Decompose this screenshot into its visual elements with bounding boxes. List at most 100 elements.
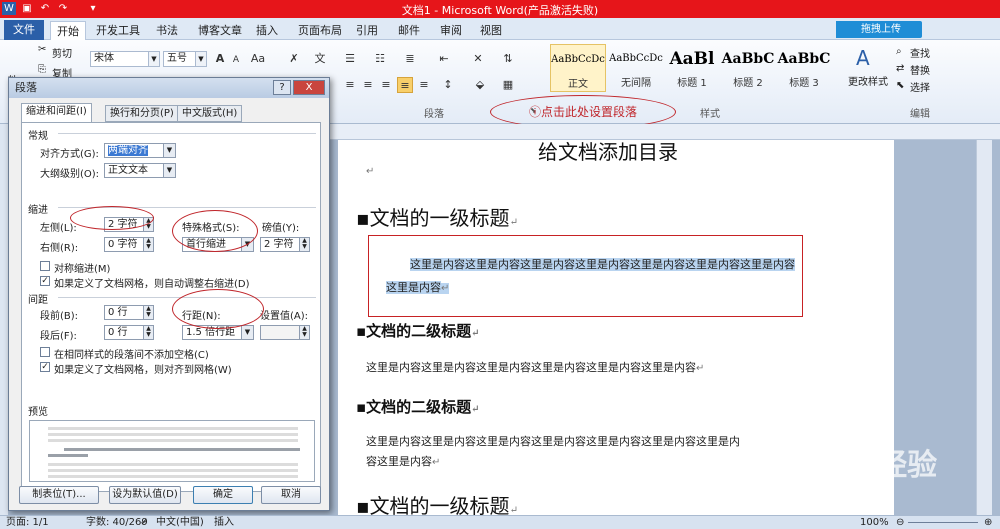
tab-blog-post[interactable]: 博客文章 [192, 21, 248, 40]
spin-icon[interactable]: ▲ ▼ [143, 326, 153, 339]
zoom-in-icon[interactable]: ⊕ [984, 516, 992, 529]
spin-icon[interactable]: ▲ ▼ [299, 326, 309, 339]
right-indent-input[interactable]: 0 字符 ▲ ▼ [104, 237, 154, 252]
no-space-checkbox[interactable] [40, 347, 50, 357]
shrink-font-icon[interactable]: A [228, 52, 244, 68]
cut-icon[interactable]: ✂ [38, 44, 46, 55]
cut-button[interactable]: 剪切 [52, 45, 72, 60]
style-heading-1[interactable]: AaBl 标题 1 [664, 44, 720, 92]
selected-paragraph[interactable]: 这里是内容这里是内容这里是内容这里是内容这里是内容这里是内容这里是内容 这里是内… [386, 253, 801, 300]
outline-level-select[interactable]: 正文文本 ▼ [104, 163, 176, 178]
distributed-icon[interactable]: ≡ [416, 77, 432, 93]
tab-calligraphy[interactable]: 书法 [150, 21, 184, 40]
tab-line-page-breaks[interactable]: 换行和分页(P) [105, 105, 179, 122]
justify-icon[interactable]: ≡ [397, 77, 413, 93]
chevron-down-icon[interactable]: ▼ [195, 52, 206, 66]
set-default-button[interactable]: 设为默认值(D) [109, 486, 181, 504]
change-case-icon[interactable]: Aa [250, 51, 266, 67]
align-center-icon[interactable]: ≡ [360, 77, 376, 93]
copy-icon[interactable]: ⎘ [38, 64, 46, 75]
tab-page-layout[interactable]: 页面布局 [292, 21, 348, 40]
align-left-icon[interactable]: ≡ [342, 77, 358, 93]
space-before-input[interactable]: 0 行 ▲ ▼ [104, 305, 154, 320]
snap-grid-checkbox[interactable]: ✓ [40, 362, 50, 372]
tab-indent-spacing[interactable]: 缩进和间距(I) [21, 103, 92, 123]
sort-icon[interactable]: ⇅ [500, 51, 516, 67]
tabs-button[interactable]: 制表位(T)... [19, 486, 99, 504]
font-name-combo[interactable]: 宋体 ▼ [90, 51, 160, 67]
spin-icon[interactable]: ▲ ▼ [299, 238, 309, 251]
tab-home[interactable]: 开始 [50, 21, 86, 40]
ok-button[interactable]: 确定 [193, 486, 253, 504]
decrease-indent-icon[interactable]: ⇤ [436, 51, 452, 67]
close-button[interactable]: X [293, 80, 325, 95]
multilevel-list-icon[interactable]: ≣ [402, 51, 418, 67]
zoom-slider[interactable] [908, 522, 978, 523]
find-icon[interactable]: ⌕ [896, 46, 902, 57]
style-heading-3[interactable]: AaBbC 标题 3 [776, 44, 832, 92]
style-normal[interactable]: AaBbCcDc 正文 [550, 44, 606, 92]
status-page[interactable]: 页面: 1/1 [6, 516, 49, 529]
phonetic-guide-icon[interactable]: 文 [312, 51, 328, 67]
tab-developer[interactable]: 开发工具 [90, 21, 146, 40]
spin-icon[interactable]: ▲ ▼ [143, 306, 153, 319]
vertical-scrollbar[interactable] [976, 140, 992, 515]
at-input[interactable]: ▲ ▼ [260, 325, 310, 340]
tab-mailings[interactable]: 邮件 [392, 21, 426, 40]
alignment-select[interactable]: 两端对齐 ▼ [104, 143, 176, 158]
clear-format-icon[interactable]: ✗ [286, 51, 302, 67]
replace-button[interactable]: 替换 [910, 62, 930, 77]
indent-by-input[interactable]: 2 字符 ▲ ▼ [260, 237, 310, 252]
select-button[interactable]: 选择 [910, 79, 930, 94]
style-no-spacing[interactable]: AaBbCcDc 无间隔 [608, 44, 664, 92]
alignment-value: 两端对齐 [108, 145, 148, 156]
spin-icon[interactable]: ▲ ▼ [143, 238, 153, 251]
heading2-first: ▪文档的二级标题↵ [356, 322, 480, 340]
cancel-button[interactable]: 取消 [261, 486, 321, 504]
align-right-icon[interactable]: ≡ [378, 77, 394, 93]
space-after-input[interactable]: 0 行 ▲ ▼ [104, 325, 154, 340]
chevron-down-icon[interactable]: ▼ [163, 144, 175, 157]
chevron-down-icon[interactable]: ▼ [163, 164, 175, 177]
borders-icon[interactable]: ▦ [500, 77, 516, 93]
bullets-icon[interactable]: ☰ [342, 51, 358, 67]
line-spacing-icon[interactable]: ↕ [440, 77, 456, 93]
horizontal-ruler[interactable] [330, 124, 1000, 140]
status-words[interactable]: 字数: 40/269 [86, 516, 148, 529]
tab-references[interactable]: 引用 [350, 21, 384, 40]
status-zoom[interactable]: 100% [860, 516, 889, 529]
no-space-label: 在相同样式的段落间不添加空格(C) [54, 350, 209, 361]
chevron-down-icon[interactable]: ▼ [241, 326, 253, 339]
dialog-title-bar[interactable]: 段落 ? X [9, 78, 329, 98]
status-language[interactable]: 中文(中国) [156, 516, 204, 529]
font-size-combo[interactable]: 五号 ▼ [163, 51, 207, 67]
zoom-out-icon[interactable]: ⊖ [896, 516, 904, 529]
chinese-layout-icon[interactable]: ✕ [470, 51, 486, 67]
select-icon[interactable]: ⬉ [896, 80, 904, 91]
preview-label: 预览 [28, 407, 48, 418]
change-styles-button[interactable]: 更改样式 [848, 73, 888, 88]
grow-font-icon[interactable]: A [212, 51, 228, 67]
style-preview: AaBbC [721, 51, 775, 67]
status-mode[interactable]: 插入 [214, 516, 234, 529]
help-button[interactable]: ? [273, 80, 291, 95]
tab-view[interactable]: 视图 [474, 21, 508, 40]
chevron-down-icon[interactable]: ▼ [148, 52, 159, 66]
paragraph-a[interactable]: 这里是内容这里是内容这里是内容这里是内容这里是内容这里是内容↵ [366, 358, 866, 379]
tab-insert[interactable]: 插入 [250, 21, 284, 40]
shading-icon[interactable]: ⬙ [472, 77, 488, 93]
font-size-value: 五号 [167, 53, 187, 64]
numbering-icon[interactable]: ☷ [372, 51, 388, 67]
tab-asian-typography[interactable]: 中文版式(H) [177, 105, 243, 122]
spelling-icon[interactable]: ✓ [140, 516, 148, 529]
mirror-indent-checkbox[interactable] [40, 261, 50, 271]
baidu-watermark-logo: Bai du 经验 [760, 448, 938, 483]
style-heading-2[interactable]: AaBbC 标题 2 [720, 44, 776, 92]
replace-icon[interactable]: ⇄ [896, 63, 904, 74]
upload-button[interactable]: 拖拽上传 [840, 21, 922, 38]
change-styles-icon[interactable]: A [856, 46, 870, 70]
find-button[interactable]: 查找 [910, 45, 930, 60]
tab-review[interactable]: 审阅 [434, 21, 468, 40]
tab-file[interactable]: 文件 [4, 20, 44, 40]
auto-adjust-checkbox[interactable]: ✓ [40, 276, 50, 286]
